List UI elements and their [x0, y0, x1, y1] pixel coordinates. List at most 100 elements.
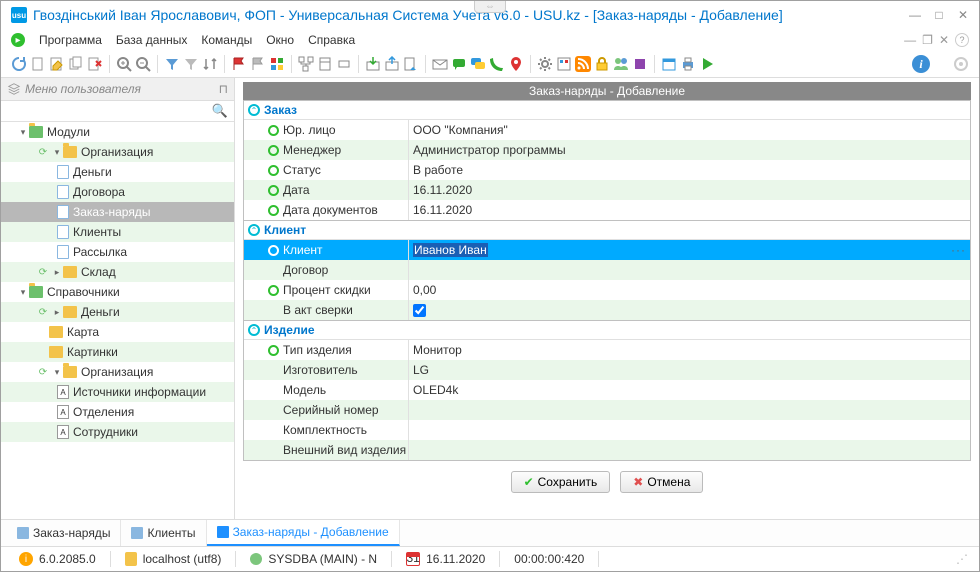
val-maker[interactable]: LG — [409, 360, 970, 380]
sort-icon[interactable] — [202, 56, 218, 72]
tree-ref-sources[interactable]: AИсточники информации — [1, 382, 234, 402]
flag-clear-icon[interactable] — [250, 56, 266, 72]
tab-orders[interactable]: Заказ-наряды — [7, 520, 121, 546]
edit-icon[interactable] — [49, 56, 65, 72]
menu-window[interactable]: Окно — [266, 33, 294, 47]
status-info-icon[interactable]: i — [19, 552, 33, 566]
call-icon[interactable] — [489, 56, 505, 72]
plugin-icon[interactable] — [632, 56, 648, 72]
save-button[interactable]: Сохранить — [511, 471, 611, 493]
child-close-button[interactable]: ✕ — [939, 33, 949, 47]
act-checkbox[interactable] — [413, 304, 426, 317]
import-icon[interactable] — [365, 56, 381, 72]
section-order[interactable]: ⌃Заказ — [244, 100, 970, 120]
resize-grip-icon[interactable]: ⋰ — [956, 552, 969, 566]
tree-organization[interactable]: ⟳▾Организация — [1, 142, 234, 162]
new-icon[interactable] — [30, 56, 46, 72]
tree-money[interactable]: Деньги — [1, 162, 234, 182]
users-icon[interactable] — [613, 56, 629, 72]
away-icon[interactable] — [953, 56, 969, 72]
gear-icon[interactable] — [537, 56, 553, 72]
tree-ref-money[interactable]: ⟳▸Деньги — [1, 302, 234, 322]
menu-help[interactable]: Справка — [308, 33, 355, 47]
lbl-manager: Менеджер — [283, 143, 341, 157]
tree-icon[interactable] — [298, 56, 314, 72]
val-status[interactable]: В работе — [409, 160, 970, 180]
play-icon[interactable] — [699, 56, 715, 72]
tree-clients[interactable]: Клиенты — [1, 222, 234, 242]
menu-program[interactable]: Программа — [39, 33, 102, 47]
tree-ref-images[interactable]: ▸Картинки — [1, 342, 234, 362]
minimize-button[interactable]: — — [909, 8, 921, 22]
sidebar-header: Меню пользователя ⊓ — [1, 78, 234, 101]
zoom-out-icon[interactable] — [135, 56, 151, 72]
menu-database[interactable]: База данных — [116, 33, 187, 47]
val-model[interactable]: OLED4k — [409, 380, 970, 400]
collapse-icon[interactable] — [336, 56, 352, 72]
info-icon[interactable]: i — [912, 55, 930, 73]
val-docdate[interactable]: 16.11.2020 — [409, 200, 970, 220]
expand-icon[interactable] — [317, 56, 333, 72]
section-product[interactable]: ⌃Изделие — [244, 320, 970, 340]
export-menu-icon[interactable] — [403, 56, 419, 72]
val-client[interactable]: Иванов Иван··· — [409, 240, 970, 260]
val-ptype[interactable]: Монитор — [409, 340, 970, 360]
menu-icon[interactable]: ▸ — [11, 33, 25, 47]
menu-commands[interactable]: Команды — [201, 33, 252, 47]
val-discount[interactable]: 0,00 — [409, 280, 970, 300]
filter-icon[interactable] — [164, 56, 180, 72]
search-icon[interactable]: 🔍 — [212, 103, 228, 119]
location-icon[interactable] — [508, 56, 524, 72]
help-button[interactable]: ? — [955, 33, 969, 47]
zoom-in-icon[interactable] — [116, 56, 132, 72]
val-manager[interactable]: Администратор программы — [409, 140, 970, 160]
tree-orders[interactable]: Заказ-наряды — [1, 202, 234, 222]
color-icon[interactable] — [269, 56, 285, 72]
tab-clients[interactable]: Клиенты — [121, 520, 206, 546]
val-act[interactable] — [409, 300, 970, 320]
gripper-icon[interactable]: ⇔ — [474, 1, 506, 13]
tree-ref-staff[interactable]: AСотрудники — [1, 422, 234, 442]
tree-ref-map[interactable]: ▸Карта — [1, 322, 234, 342]
client-lookup-button[interactable]: ··· — [951, 243, 966, 257]
delete-icon[interactable] — [87, 56, 103, 72]
lbl-docdate: Дата документов — [283, 203, 378, 217]
export-icon[interactable] — [384, 56, 400, 72]
maximize-button[interactable]: □ — [933, 8, 945, 22]
tree-ref-org[interactable]: ⟳▾Организация — [1, 362, 234, 382]
tree-mailing[interactable]: Рассылка — [1, 242, 234, 262]
permissions-icon[interactable] — [556, 56, 572, 72]
val-entity[interactable]: ООО "Компания" — [409, 120, 970, 140]
print-icon[interactable] — [680, 56, 696, 72]
tree-warehouse[interactable]: ⟳▸Склад — [1, 262, 234, 282]
lbl-entity: Юр. лицо — [283, 123, 336, 137]
main-area: Меню пользователя ⊓ 🔍 ▾Модули ⟳▾Организа… — [1, 78, 979, 519]
val-complete[interactable] — [409, 420, 970, 440]
close-button[interactable]: ✕ — [957, 8, 969, 22]
filter-clear-icon[interactable] — [183, 56, 199, 72]
tree-contracts[interactable]: Договора — [1, 182, 234, 202]
refresh-icon[interactable] — [11, 56, 27, 72]
tab-order-add[interactable]: Заказ-наряды - Добавление — [207, 520, 400, 546]
child-restore-button[interactable]: ❐ — [922, 33, 933, 47]
status-host: localhost (utf8) — [143, 552, 222, 566]
tree-ref-depts[interactable]: AОтделения — [1, 402, 234, 422]
calendar-icon[interactable] — [661, 56, 677, 72]
lock-icon[interactable] — [594, 56, 610, 72]
pin-icon[interactable]: ⊓ — [219, 82, 228, 96]
val-contract[interactable] — [409, 260, 970, 280]
tree-modules[interactable]: ▾Модули — [1, 122, 234, 142]
val-appearance[interactable] — [409, 440, 970, 460]
flag-icon[interactable] — [231, 56, 247, 72]
val-date[interactable]: 16.11.2020 — [409, 180, 970, 200]
cancel-button[interactable]: Отмена — [620, 471, 703, 493]
section-client[interactable]: ⌃Клиент — [244, 220, 970, 240]
val-serial[interactable] — [409, 400, 970, 420]
tree-refs[interactable]: ▾Справочники — [1, 282, 234, 302]
copy-icon[interactable] — [68, 56, 84, 72]
mail-icon[interactable] — [432, 56, 448, 72]
rss-icon[interactable] — [575, 56, 591, 72]
chat-icon[interactable] — [470, 56, 486, 72]
sms-icon[interactable] — [451, 56, 467, 72]
child-minimize-button[interactable]: — — [904, 33, 916, 47]
